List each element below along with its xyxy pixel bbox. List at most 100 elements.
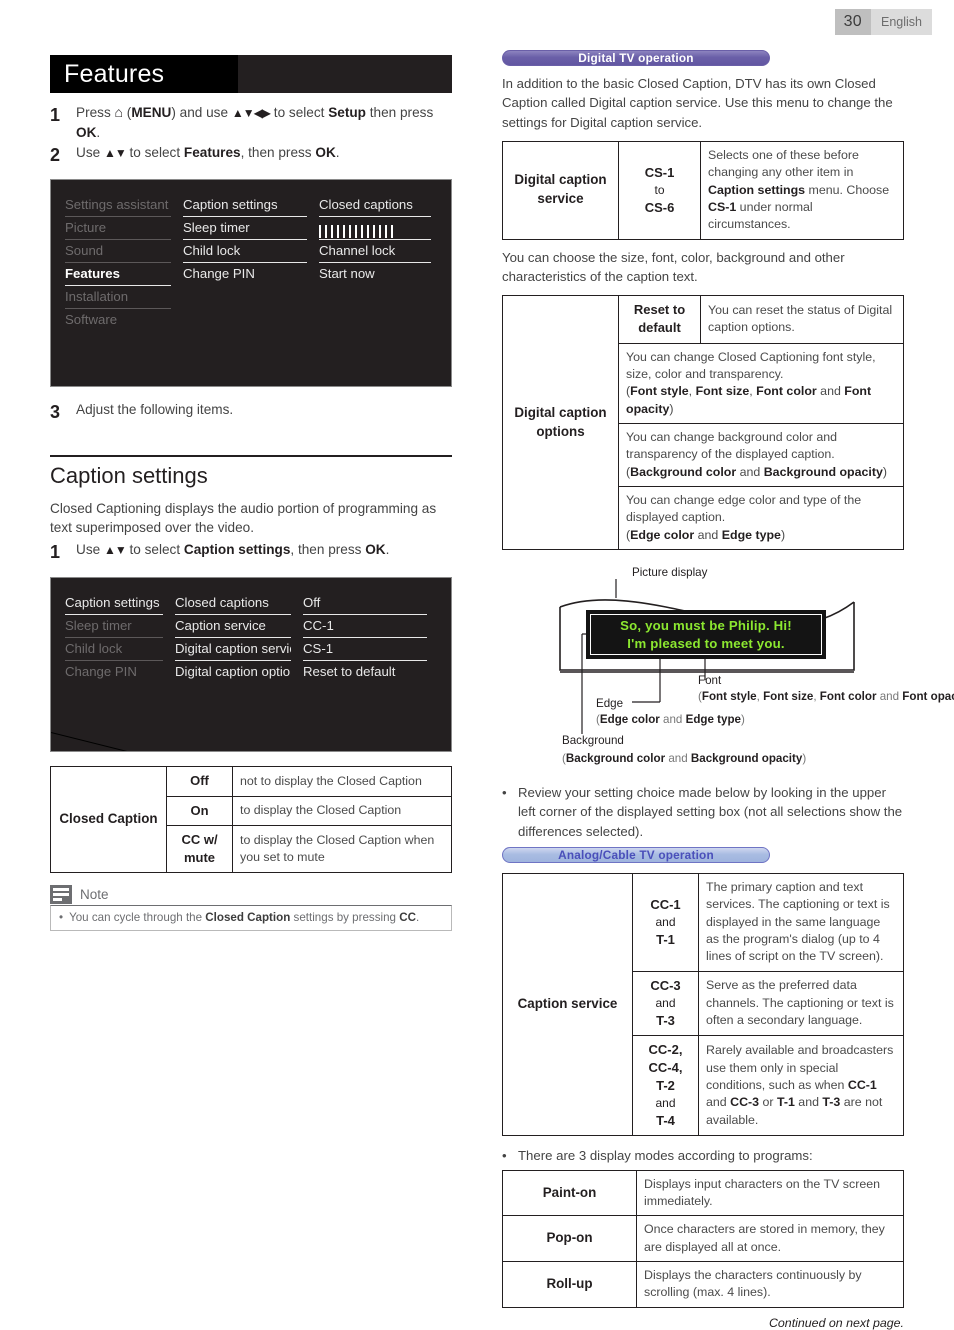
edge-sep-1: and: [659, 713, 686, 727]
cs-key-t3: T-3: [656, 1012, 675, 1028]
dco-font-style: Font style: [630, 384, 689, 399]
mode-desc-paint-on: Displays input characters on the TV scre…: [636, 1169, 904, 1217]
menu-value-reset-to-default[interactable]: Reset to default: [303, 661, 427, 684]
mode-label-paint-on: Paint-on: [502, 1169, 637, 1217]
step1-text-a: Press: [76, 105, 115, 120]
caption-settings-label: Caption settings: [183, 542, 291, 558]
left-column: Features 1 Press ⌂ (MENU) and use ▲▼◀▶ t…: [50, 55, 452, 932]
menu-item-digital-caption-service[interactable]: Digital caption service: [175, 638, 291, 662]
menu-item-caption-service[interactable]: Caption service: [175, 615, 291, 639]
tv-menu-columns: Caption settings Sleep timer Child lock …: [51, 592, 451, 684]
font-sep-3: and: [876, 690, 903, 704]
caption-settings-intro: Closed Captioning displays the audio por…: [50, 500, 437, 536]
note-text-b: settings by pressing: [290, 911, 400, 925]
dco-font-size: Font size: [695, 384, 750, 399]
menu-item-level-bars[interactable]: [319, 217, 431, 241]
menu-item-sleep-timer[interactable]: Sleep timer: [65, 615, 163, 639]
menu-key-label: MENU: [131, 105, 172, 120]
menu-item-child-lock[interactable]: Child lock: [65, 638, 163, 662]
cc-table-label: Closed Caption: [50, 766, 167, 874]
cs-and-1: and: [655, 914, 676, 929]
ok-key-label: OK: [315, 145, 336, 161]
dco-label: Digital caption options: [502, 295, 619, 551]
dcs-desc-a: Selects one of these before changing any…: [708, 147, 859, 180]
menu-item-sleep-timer[interactable]: Sleep timer: [183, 217, 307, 241]
cs3-b-t3: T-3: [822, 1095, 841, 1110]
step2-text-b: to select: [125, 145, 184, 161]
cs-keys-3: CC-2, CC-4, T-2 and T-4: [632, 1034, 699, 1137]
edge-paren-close: ): [741, 713, 745, 727]
dco-bg-opacity: Background opacity: [763, 464, 883, 479]
cc-option-on: On: [166, 795, 233, 826]
menu-value-digital-caption-service[interactable]: CS-1: [303, 638, 427, 662]
font-opacity-b: Font opacity: [902, 690, 954, 704]
dcs-to: to: [654, 182, 665, 197]
page-header: 30 English: [834, 9, 932, 35]
step-number: 2: [50, 145, 61, 166]
cc-option-off: Off: [166, 766, 233, 797]
step1-text-c: ) and use: [171, 105, 232, 120]
tv-menu-column-2: Closed captions Caption service Digital …: [175, 592, 303, 684]
cc-option-cc-w-mute: CC w/ mute: [166, 824, 233, 874]
mode-label-roll-up: Roll-up: [502, 1261, 637, 1308]
menu-item-start-now[interactable]: Start now: [319, 263, 431, 286]
dcs-bold-caption-settings: Caption settings: [708, 182, 806, 197]
features-label: Features: [183, 145, 241, 161]
menu-item-caption-settings[interactable]: Caption settings: [65, 592, 163, 616]
menu-item-change-pin[interactable]: Change PIN: [65, 661, 163, 684]
level-bar-indicator: [319, 220, 427, 239]
menu-item-digital-caption-options[interactable]: Digital caption options: [175, 661, 291, 684]
menu-item-installation[interactable]: Installation: [65, 286, 171, 310]
review-bullet-text: Review your setting choice made below by…: [518, 785, 903, 839]
cs-key-cc1: CC-1: [650, 896, 681, 912]
caption-preview-inner: So, you must be Philip. Hi! I'm pleased …: [590, 614, 822, 656]
menu-item-channel-lock[interactable]: Channel lock: [319, 240, 431, 264]
caption-service-table: Caption service CC-1 and T-1 The primary…: [502, 872, 904, 1137]
caption-preview-box: So, you must be Philip. Hi! I'm pleased …: [586, 610, 826, 660]
cs-label: Caption service: [502, 872, 633, 1137]
page-number: 30: [834, 9, 871, 35]
dco-edge-row: You can change edge color and type of th…: [618, 486, 904, 551]
ok-key-label: OK: [76, 124, 97, 140]
menu-item-features[interactable]: Features: [65, 263, 171, 287]
caption-line-1: So, you must be Philip. Hi!: [620, 617, 792, 633]
ok-key-label: OK: [365, 542, 386, 558]
closed-caption-table: Closed Caption Off not to display the Cl…: [50, 766, 452, 874]
menu-item-change-pin[interactable]: Change PIN: [183, 263, 307, 286]
menu-item-settings-assistant[interactable]: Settings assistant: [65, 194, 171, 218]
menu-item-child-lock[interactable]: Child lock: [183, 240, 307, 264]
dco-font-sep3: and: [816, 384, 845, 399]
table-row: Caption service CC-1 and T-1 The primary…: [502, 872, 904, 1137]
menu-item-picture[interactable]: Picture: [65, 217, 171, 241]
step1-text-d: to select: [270, 105, 329, 120]
menu-value-closed-captions[interactable]: Off: [303, 592, 427, 616]
mode-label-pop-on: Pop-on: [502, 1215, 637, 1263]
dco-font-color: Font color: [756, 384, 817, 399]
dcs-cs6: CS-6: [644, 199, 675, 215]
paren-font: (Font style, Font size, Font color and F…: [698, 690, 954, 703]
menu-item-caption-settings[interactable]: Caption settings: [183, 194, 307, 218]
table-row: Paint-on Displays input characters on th…: [502, 1169, 904, 1217]
dco-edge-color: Edge color: [630, 527, 695, 542]
menu-item-sound[interactable]: Sound: [65, 240, 171, 264]
badge-analog-cable-tv-operation: Analog/Cable TV operation: [502, 846, 770, 863]
mode-desc-pop-on: Once characters are stored in memory, th…: [636, 1215, 904, 1263]
dco-reset-line1: Reset to: [633, 302, 686, 318]
step-1: 1 Press ⌂ (MENU) and use ▲▼◀▶ to select …: [50, 103, 452, 142]
label-font: Font: [698, 674, 722, 688]
cs-keys-2: CC-3 and T-3: [632, 970, 699, 1036]
step-2: 2 Use ▲▼ to select Features, then press …: [50, 143, 452, 167]
heading-rule: [50, 454, 452, 457]
tv-osd-menu-caption-settings: Caption settings Sleep timer Child lock …: [50, 577, 452, 753]
cs-and-3: and: [655, 1096, 676, 1111]
menu-value-caption-service[interactable]: CC-1: [303, 615, 427, 639]
table-row: Digital caption service CS-1 to CS-6 Sel…: [502, 140, 904, 240]
arrow-up-down-icon: ▲▼: [103, 146, 127, 161]
menu-item-software[interactable]: Software: [65, 309, 171, 332]
cc-desc-on: to display the Closed Caption: [232, 795, 452, 826]
menu-item-closed-captions[interactable]: Closed captions: [319, 194, 431, 218]
note-body: • You can cycle through the Closed Captio…: [50, 905, 452, 932]
menu-item-closed-captions[interactable]: Closed captions: [175, 592, 291, 616]
dco-background-row: You can change background color and tran…: [618, 422, 904, 488]
page-title: Features: [64, 59, 165, 88]
